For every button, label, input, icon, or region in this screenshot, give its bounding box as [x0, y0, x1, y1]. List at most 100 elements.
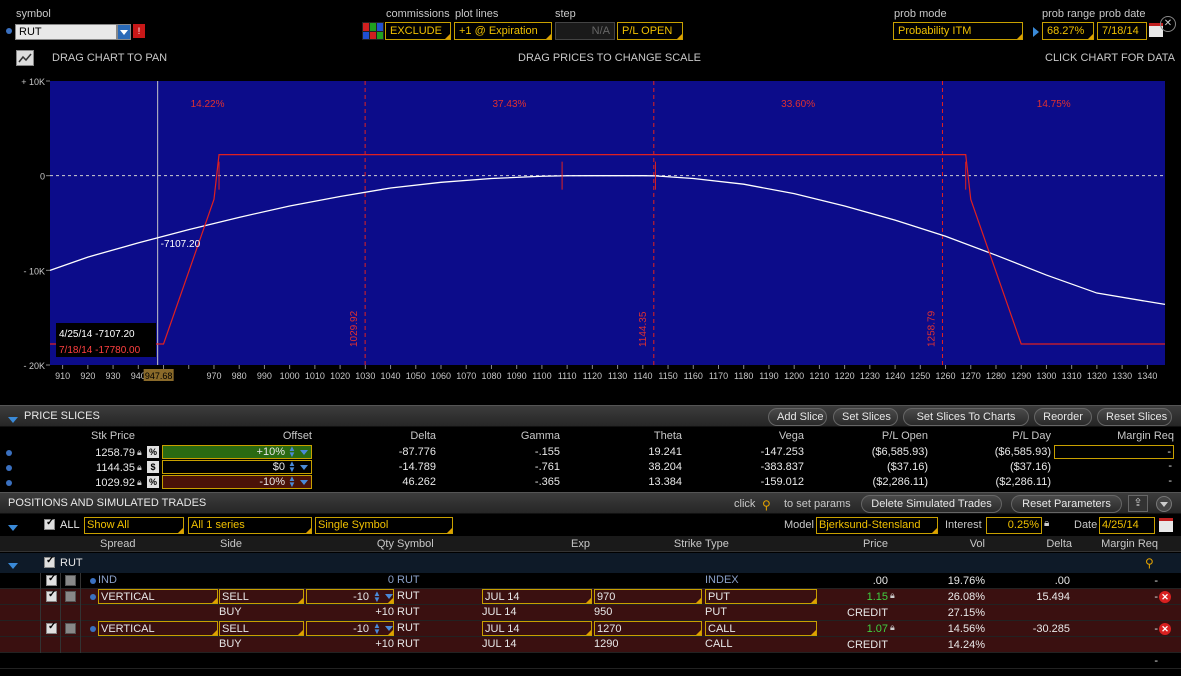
collapse-icon[interactable] — [8, 417, 18, 424]
link-dot[interactable] — [6, 450, 12, 456]
y-tick-label: - 10K — [23, 266, 45, 276]
alert-flag-icon[interactable]: ! — [133, 24, 145, 38]
close-icon[interactable]: ✕ — [1160, 16, 1176, 32]
drag-scale-hint: DRAG PRICES TO CHANGE SCALE — [518, 52, 701, 64]
lock-icon[interactable]: 🔒︎ — [890, 590, 900, 602]
x-tick-label: 1080 — [481, 371, 501, 381]
symbol-dropdown-button[interactable] — [117, 24, 131, 40]
link-dot[interactable] — [6, 480, 12, 486]
set-slices-to-charts-button[interactable]: Set Slices To Charts — [903, 408, 1029, 426]
col-exp: Exp — [571, 538, 590, 550]
side-cell — [219, 653, 304, 668]
dollar-unit-button[interactable]: $ — [147, 461, 159, 473]
lock-icon[interactable]: 🔒︎ — [137, 477, 146, 488]
stepper-icon[interactable]: ▲ ▼ — [288, 460, 298, 474]
position-checkbox[interactable] — [46, 589, 57, 602]
stk-price[interactable]: 1258.79 — [40, 445, 135, 461]
collapse-group-icon[interactable] — [8, 563, 18, 570]
spread-cell[interactable]: VERTICAL — [98, 621, 218, 636]
chart-icon[interactable] — [16, 50, 34, 66]
exp-cell[interactable]: JUL 14 — [482, 621, 592, 636]
stk-price[interactable]: 1144.35 — [40, 460, 135, 476]
all-checkbox[interactable] — [44, 517, 55, 530]
add-slice-button[interactable]: Add Slice — [768, 408, 827, 426]
grid-layout-icon[interactable] — [362, 22, 384, 40]
remove-icon[interactable]: ✕ — [1159, 623, 1171, 635]
price-cell[interactable]: 1.07 — [790, 621, 888, 637]
strike-cell[interactable]: 1270 — [594, 621, 702, 636]
prob-mode-select[interactable]: Probability ITM — [893, 22, 1023, 40]
lock-icon[interactable]: 🔒︎ — [137, 462, 146, 473]
chevron-down-icon[interactable] — [385, 626, 393, 631]
group-checkbox[interactable] — [44, 555, 55, 568]
calendar-icon[interactable] — [1159, 518, 1173, 532]
stepper-icon[interactable]: ▲ ▼ — [373, 590, 383, 604]
percent-unit-button[interactable]: % — [147, 476, 159, 488]
link-dot[interactable] — [6, 465, 12, 471]
position-link-dot[interactable] — [90, 578, 96, 584]
symbol-input[interactable]: RUT — [15, 24, 117, 40]
reset-parameters-button[interactable]: Reset Parameters — [1011, 495, 1122, 513]
strike-cell[interactable]: 970 — [594, 589, 702, 604]
x-tick-label: 1110 — [558, 371, 577, 381]
lock-icon[interactable]: 🔒︎ — [1044, 518, 1054, 531]
menu-dropdown-button[interactable] — [1156, 496, 1172, 512]
percent-unit-button[interactable]: % — [147, 446, 159, 458]
lock-icon[interactable]: 🔒︎ — [137, 447, 146, 458]
remove-icon[interactable]: ✕ — [1159, 591, 1171, 603]
x-tick-label: 1050 — [406, 371, 426, 381]
position-checkbox[interactable] — [46, 573, 57, 586]
prob-range-select[interactable]: 68.27% — [1042, 22, 1094, 40]
collapse-all-icon[interactable] — [8, 525, 18, 532]
position-link-dot[interactable] — [90, 594, 96, 600]
strike-cell — [594, 573, 702, 588]
price-cell[interactable]: 1.15 — [790, 589, 888, 605]
delta-cell — [990, 653, 1070, 669]
spread-cell[interactable]: VERTICAL — [98, 589, 218, 604]
plot-lines-select[interactable]: +1 @ Expiration — [454, 22, 552, 40]
drag-pan-hint: DRAG CHART TO PAN — [52, 52, 168, 64]
chevron-down-icon[interactable] — [385, 594, 393, 599]
pl-mode-select[interactable]: P/L OPEN — [617, 22, 683, 40]
reset-slices-button[interactable]: Reset Slices — [1097, 408, 1172, 426]
export-icon[interactable]: ⇪ — [1128, 495, 1148, 512]
chevron-down-icon[interactable] — [300, 450, 308, 455]
commissions-select[interactable]: EXCLUDE — [385, 22, 451, 40]
chevron-down-icon[interactable] — [300, 480, 308, 485]
position-checkbox[interactable] — [46, 621, 57, 634]
stepper-icon[interactable]: ▲ ▼ — [288, 475, 298, 489]
chevron-down-icon[interactable] — [300, 465, 308, 470]
positions-rows: IND0RUTINDEX.0019.76%.00-VERTICALSELL-10… — [0, 573, 1181, 676]
show-filter-select[interactable]: Show All — [84, 517, 184, 534]
position-link-dot[interactable] — [90, 626, 96, 632]
chart-svg[interactable]: + 10K 0 - 10K - 20K 910 920 930 940 970 980 990 100… — [0, 72, 1181, 390]
prob-date-input[interactable]: 7/18/14 — [1097, 22, 1147, 40]
position-toggle[interactable] — [65, 575, 76, 586]
stepper-icon[interactable]: ▲ ▼ — [288, 445, 298, 459]
lock-icon[interactable]: 🔒︎ — [890, 622, 900, 634]
exp-cell[interactable]: JUL 14 — [482, 589, 592, 604]
position-toggle[interactable] — [65, 623, 76, 634]
model-select[interactable]: Bjerksund-Stensland — [816, 517, 938, 534]
symbol-link-dot[interactable] — [6, 28, 12, 34]
col-delta: Delta — [1046, 538, 1072, 550]
vol-cell — [910, 653, 985, 669]
side-cell[interactable]: SELL — [219, 621, 304, 636]
stepper-icon[interactable]: ▲ ▼ — [373, 622, 383, 636]
date-input[interactable]: 4/25/14 — [1099, 517, 1155, 534]
play-icon[interactable] — [1033, 27, 1039, 37]
interest-input[interactable]: 0.25% — [986, 517, 1042, 534]
symbol-filter-select[interactable]: Single Symbol — [315, 517, 453, 534]
delete-simulated-trades-button[interactable]: Delete Simulated Trades — [861, 495, 1002, 513]
x-tick-label: 1290 — [1011, 371, 1031, 381]
risk-profile-chart[interactable]: + 10K 0 - 10K - 20K 910 920 930 940 970 980 990 100… — [0, 72, 1181, 390]
reorder-button[interactable]: Reorder — [1034, 408, 1092, 426]
side-cell[interactable]: SELL — [219, 589, 304, 604]
stk-price[interactable]: 1029.92 — [40, 475, 135, 491]
step-input[interactable]: N/A — [555, 22, 615, 40]
position-toggle[interactable] — [65, 591, 76, 602]
col-delta: Delta — [410, 430, 436, 442]
wrench-icon[interactable]: ⚲ — [1145, 556, 1154, 570]
set-slices-button[interactable]: Set Slices — [833, 408, 898, 426]
series-filter-select[interactable]: All 1 series — [188, 517, 312, 534]
